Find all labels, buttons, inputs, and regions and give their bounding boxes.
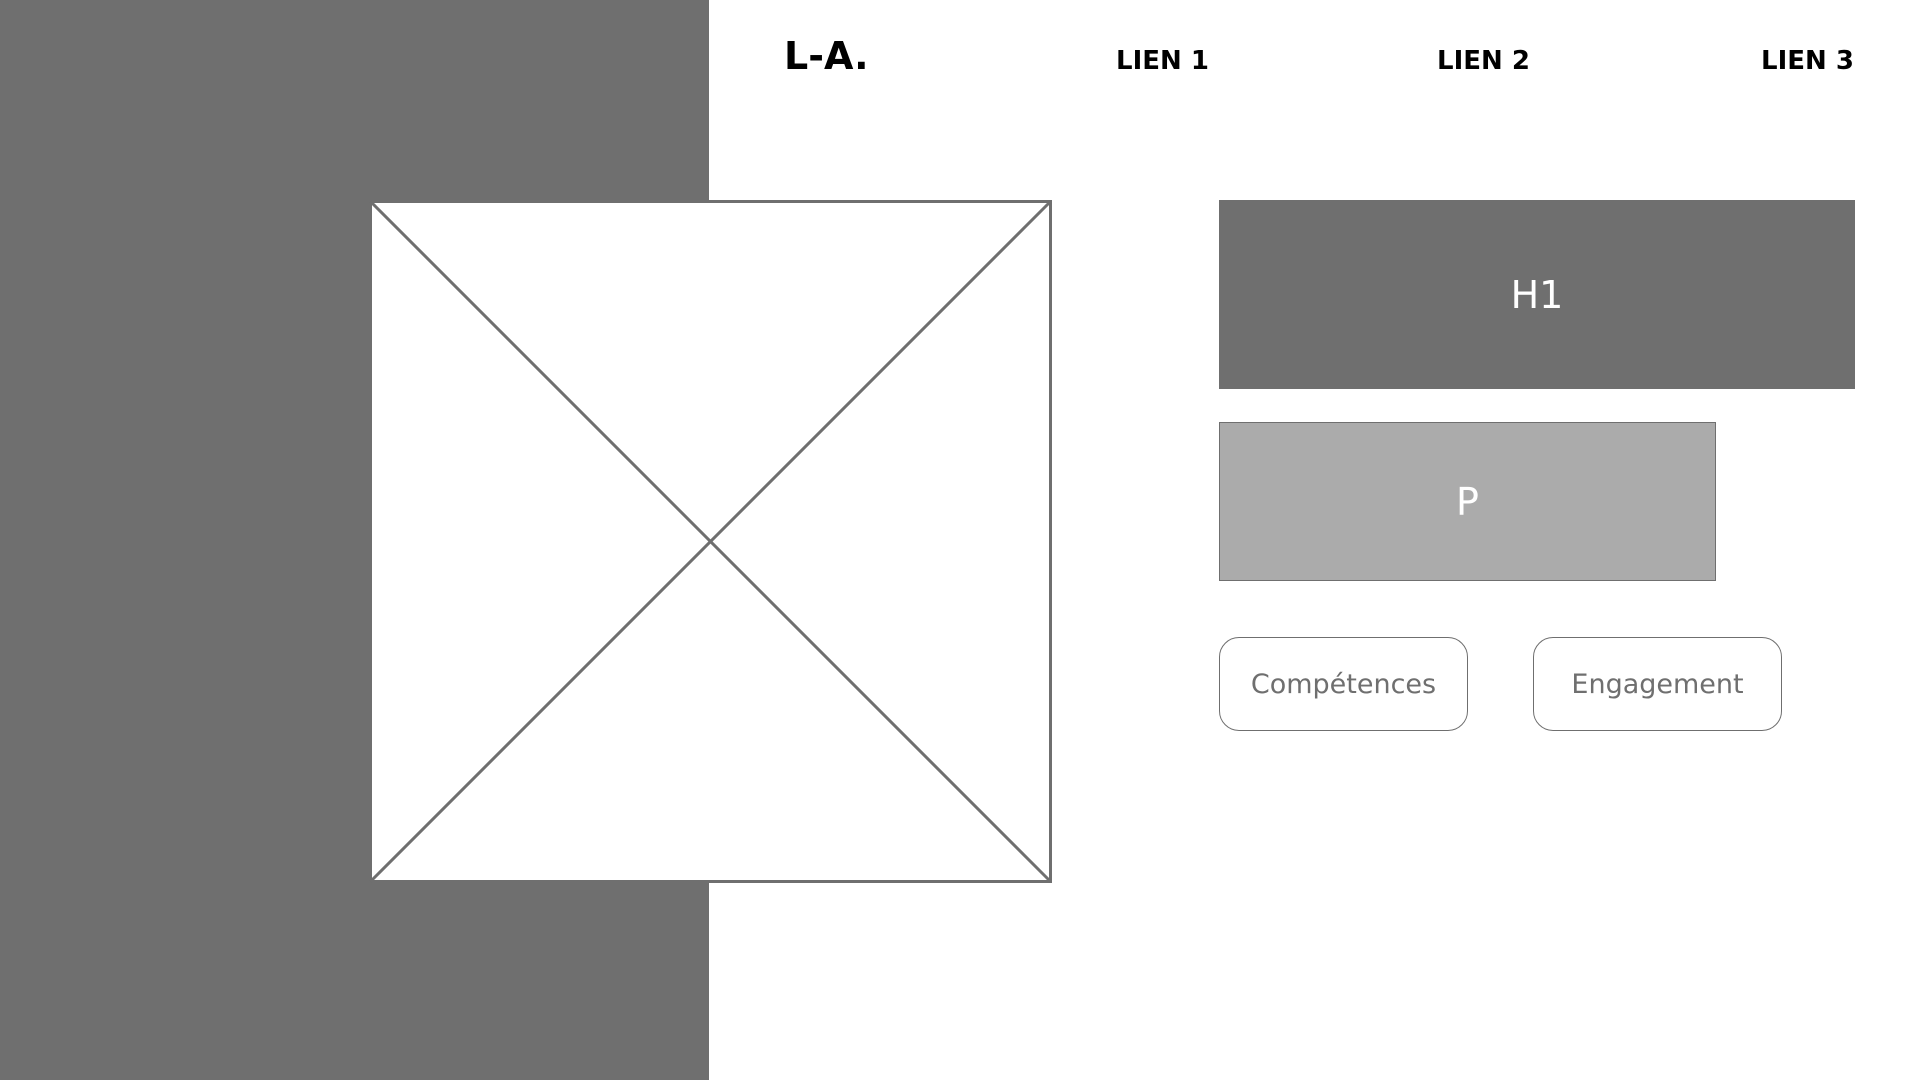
hero-heading: H1 (1219, 200, 1855, 389)
hero-paragraph: P (1219, 422, 1716, 581)
site-logo[interactable]: L-A. (784, 34, 869, 78)
image-placeholder-icon (369, 200, 1052, 883)
nav-link-2[interactable]: LIEN 2 (1437, 46, 1530, 76)
nav-link-1[interactable]: LIEN 1 (1116, 46, 1209, 76)
nav-link-3[interactable]: LIEN 3 (1761, 46, 1854, 76)
competences-button[interactable]: Compétences (1219, 637, 1468, 731)
hero-image-placeholder (369, 200, 1052, 883)
engagement-button[interactable]: Engagement (1533, 637, 1782, 731)
